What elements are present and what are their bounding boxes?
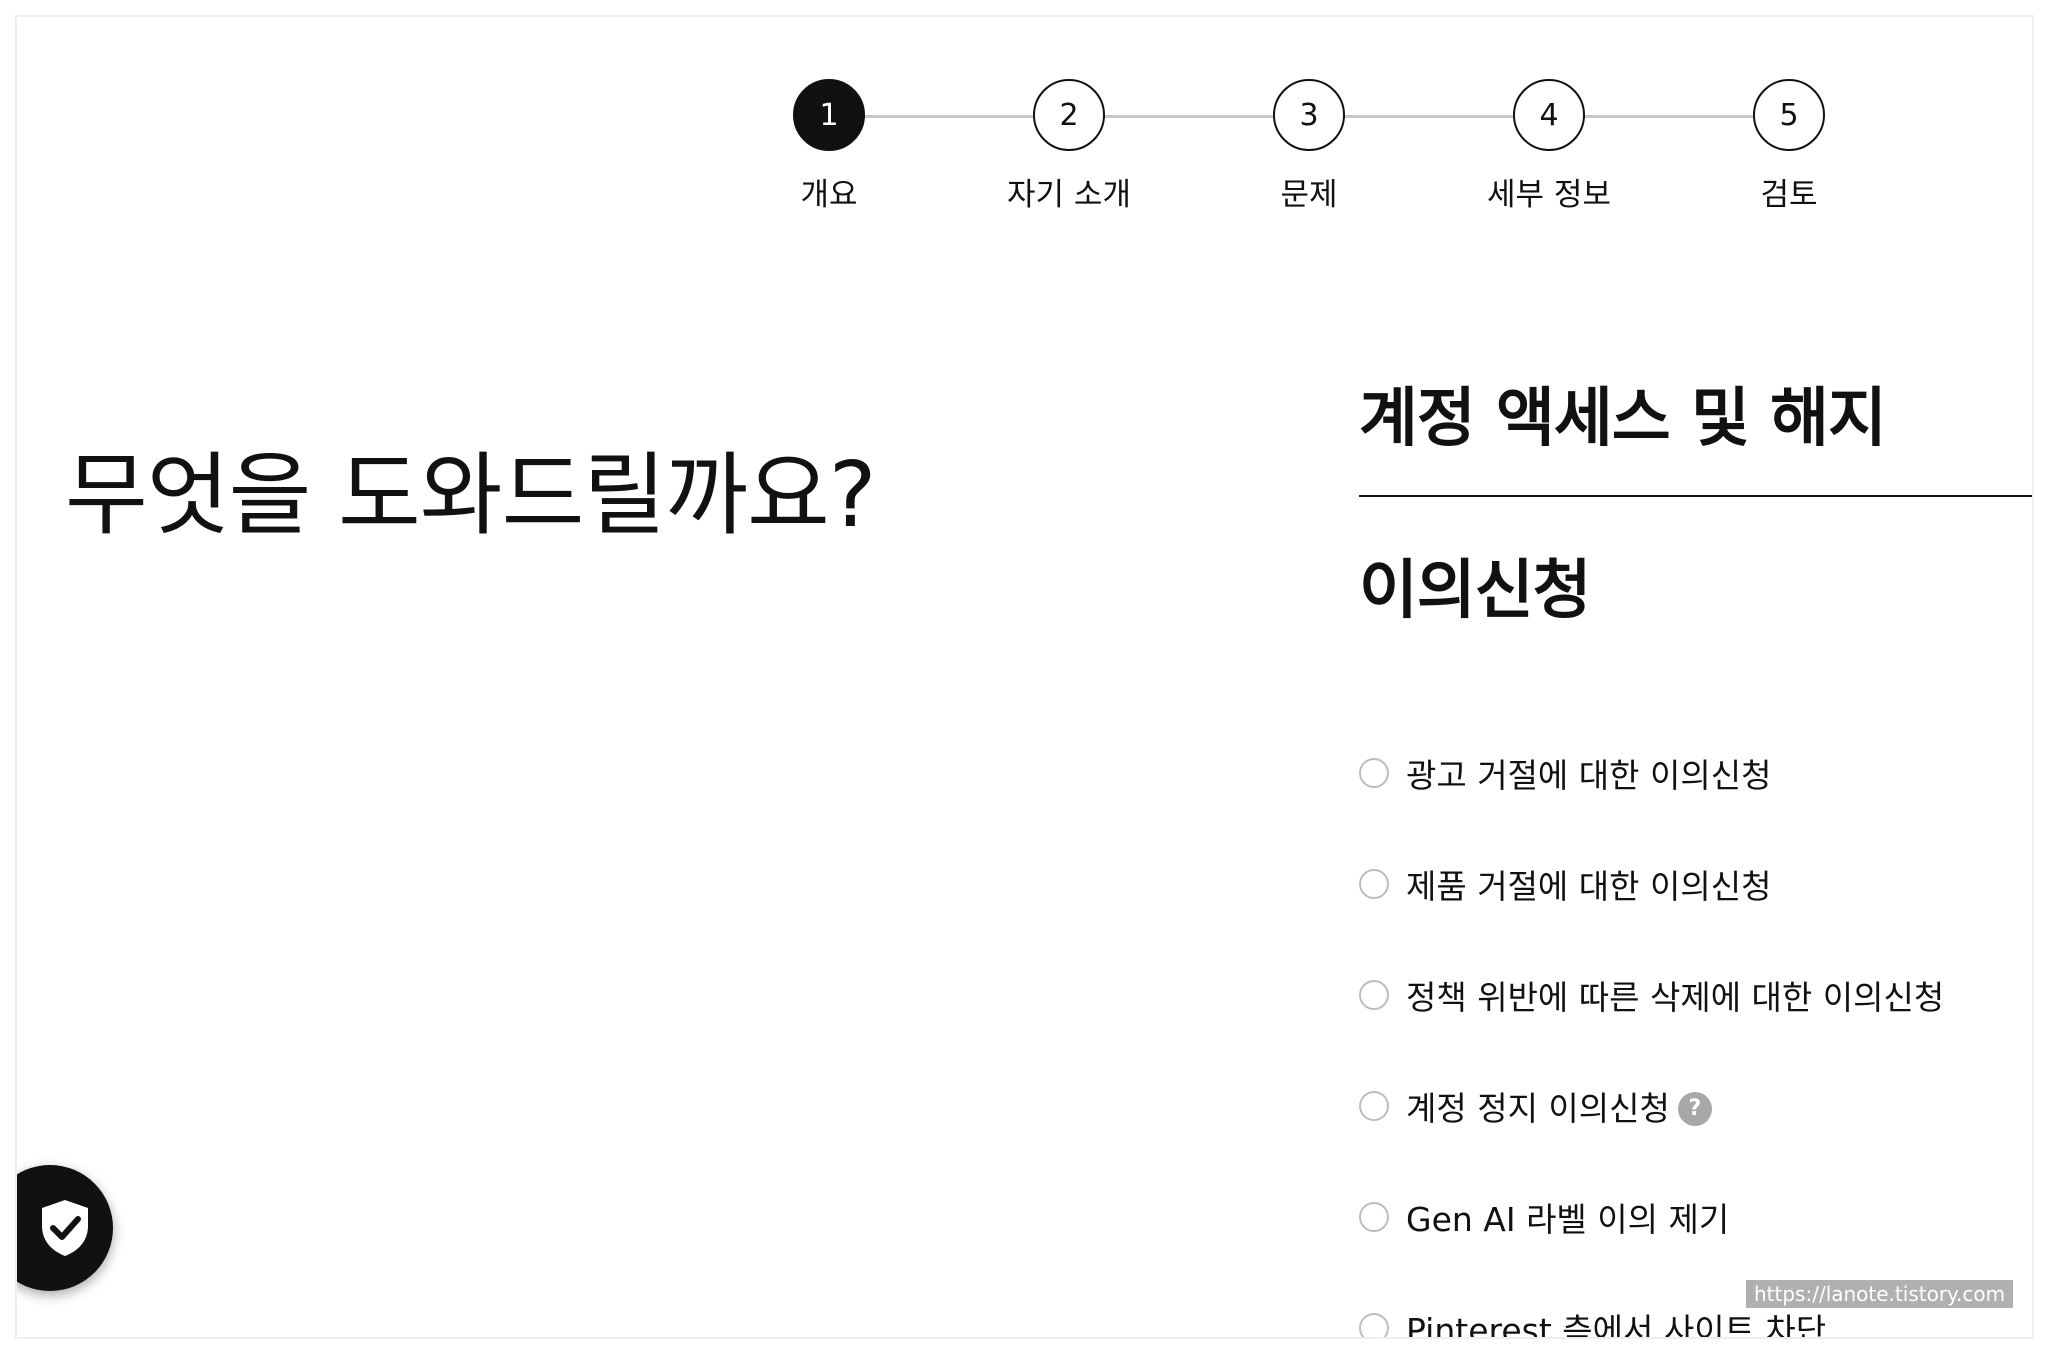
appeal-options: 광고 거절에 대한 이의신청 제품 거절에 대한 이의신청 정책 위반에 따른 … xyxy=(1359,717,2032,1339)
option-label: 제품 거절에 대한 이의신청 xyxy=(1406,866,1772,906)
step-1-label: 개요 xyxy=(800,177,858,213)
category-heading: 계정 액세스 및 해지 xyxy=(1359,382,1887,456)
option-label: Pinterest 측에서 사이트 차단 xyxy=(1406,1310,1827,1339)
option-product-rejection[interactable]: 제품 거절에 대한 이의신청 xyxy=(1359,828,2032,939)
option-gen-ai-label[interactable]: Gen AI 라벨 이의 제기 xyxy=(1359,1161,2032,1272)
watermark-text: https://lanote.tistory.com xyxy=(1746,1280,2014,1308)
option-policy-removal[interactable]: 정책 위반에 따른 삭제에 대한 이의신청 xyxy=(1359,939,2032,1050)
step-2-label: 자기 소개 xyxy=(1007,177,1131,213)
option-ad-rejection[interactable]: 광고 거절에 대한 이의신청 xyxy=(1359,717,2032,828)
radio-button[interactable] xyxy=(1359,1312,1389,1337)
step-1-circle: 1 xyxy=(793,79,865,151)
step-1[interactable]: 1 개요 xyxy=(719,79,939,214)
step-3-circle: 3 xyxy=(1273,79,1345,151)
option-label: 정책 위반에 따른 삭제에 대한 이의신청 xyxy=(1406,977,1945,1017)
step-5-circle: 5 xyxy=(1753,79,1825,151)
section-heading: 이의신청 xyxy=(1359,554,1592,628)
option-label: Gen AI 라벨 이의 제기 xyxy=(1406,1199,1730,1239)
step-2[interactable]: 2 자기 소개 xyxy=(959,79,1179,214)
radio-button[interactable] xyxy=(1359,1201,1389,1232)
radio-button[interactable] xyxy=(1359,868,1389,899)
shield-check-icon xyxy=(42,1200,88,1256)
help-circle-icon[interactable]: ? xyxy=(1677,1091,1712,1126)
step-2-circle: 2 xyxy=(1033,79,1105,151)
radio-button[interactable] xyxy=(1359,1090,1389,1121)
heading-divider xyxy=(1359,495,2032,497)
option-label: 광고 거절에 대한 이의신청 xyxy=(1406,755,1772,795)
page-title: 무엇을 도와드릴까요? xyxy=(65,443,877,548)
privacy-shield-button[interactable] xyxy=(17,1165,113,1291)
issue-panel: 계정 액세스 및 해지 이의신청 광고 거절에 대한 이의신청 제품 거절에 대… xyxy=(1359,17,2032,1339)
page-frame: 1 개요 2 자기 소개 3 문제 4 세부 정보 5 검토 무엇을 도와드릴까… xyxy=(15,15,2034,1339)
option-label: 계정 정지 이의신청 xyxy=(1406,1088,1670,1128)
radio-button[interactable] xyxy=(1359,979,1389,1010)
option-account-suspension[interactable]: 계정 정지 이의신청 ? xyxy=(1359,1050,2032,1161)
radio-button[interactable] xyxy=(1359,757,1389,788)
step-4-circle: 4 xyxy=(1513,79,1585,151)
